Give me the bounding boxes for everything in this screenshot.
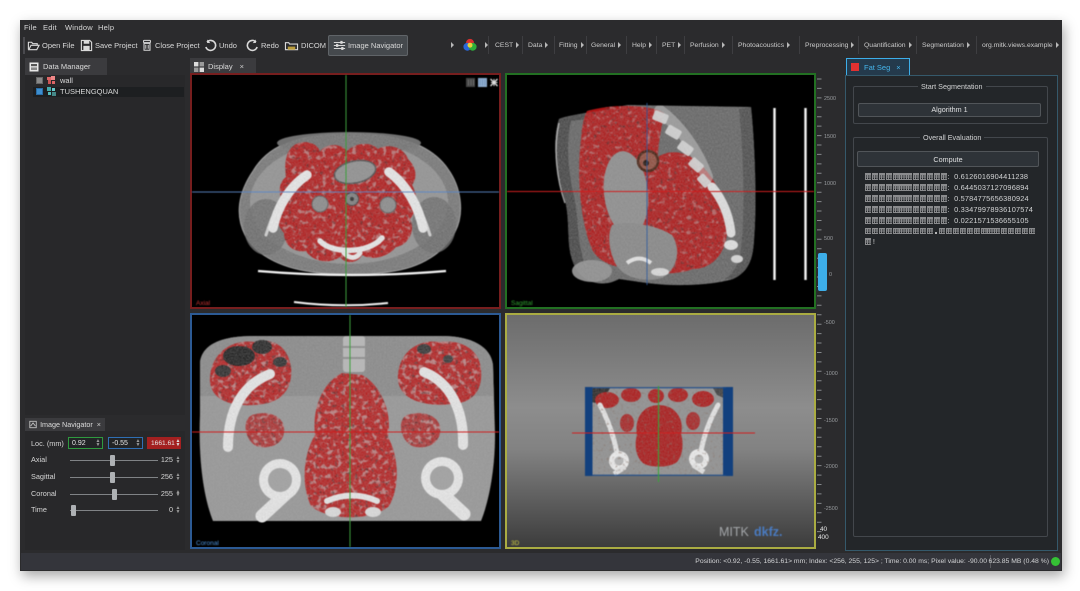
svg-text:1000: 1000 — [824, 181, 836, 187]
svg-text:-2000: -2000 — [824, 464, 838, 470]
svg-text:2500: 2500 — [824, 96, 836, 102]
svg-text:-500: -500 — [824, 320, 835, 326]
svg-text:-2500: -2500 — [824, 506, 838, 512]
svg-text:40: 40 — [820, 526, 828, 533]
svg-text:500: 500 — [824, 236, 833, 242]
svg-text:Axial: Axial — [196, 300, 211, 307]
svg-text:400: 400 — [818, 534, 829, 541]
svg-text:dkfz.: dkfz. — [754, 525, 782, 539]
svg-text:Sagittal: Sagittal — [511, 300, 533, 307]
svg-text:-1500: -1500 — [824, 418, 838, 424]
svg-text:Coronal: Coronal — [196, 540, 219, 547]
svg-text:1500: 1500 — [824, 134, 836, 140]
svg-text:0: 0 — [829, 272, 832, 278]
svg-text:-1000: -1000 — [824, 371, 838, 377]
svg-text:MITK: MITK — [719, 525, 750, 539]
svg-text:3D: 3D — [511, 540, 520, 547]
